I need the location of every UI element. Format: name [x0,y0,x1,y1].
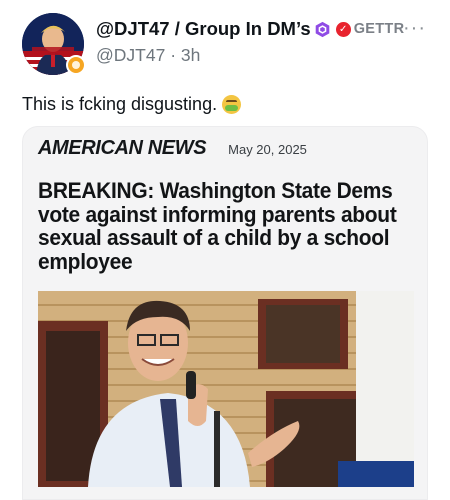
gettr-logo-icon: ✓ [335,21,351,37]
display-name[interactable]: @DJT47 / Group In DM’s [96,18,311,40]
avatar-status-badge [66,55,86,75]
post: @DJT47 / Group In DM’s ✓ GETTR @DJT47 · … [0,0,450,500]
handle-row: @DJT47 · 3h [96,45,200,66]
card-masthead: AMERICAN NEWS May 20, 2025 [38,137,307,160]
timestamp: 3h [180,45,201,65]
news-source-logo: AMERICAN NEWS [38,137,207,159]
separator: · [170,45,177,65]
article-photo[interactable] [38,291,414,487]
author-row: @DJT47 / Group In DM’s ✓ GETTR [96,18,404,40]
nauseated-face-emoji-icon [222,95,242,114]
handle[interactable]: @DJT47 [96,45,165,65]
article-headline: BREAKING: Washington State Dems vote aga… [38,178,397,274]
article-date: May 20, 2025 [228,142,307,157]
platform-name: GETTR [353,21,405,37]
post-text: This is fcking disgusting. [22,94,218,114]
link-preview-card[interactable]: AMERICAN NEWS May 20, 2025 BREAKING: Was… [22,126,428,500]
man-speaking-at-microphone-photo-icon [38,291,414,487]
post-body: This is fcking disgusting. [22,94,242,115]
verified-icon [315,21,330,37]
more-options-button[interactable]: ··· [403,18,426,38]
platform-badge: ✓ GETTR [335,21,405,37]
